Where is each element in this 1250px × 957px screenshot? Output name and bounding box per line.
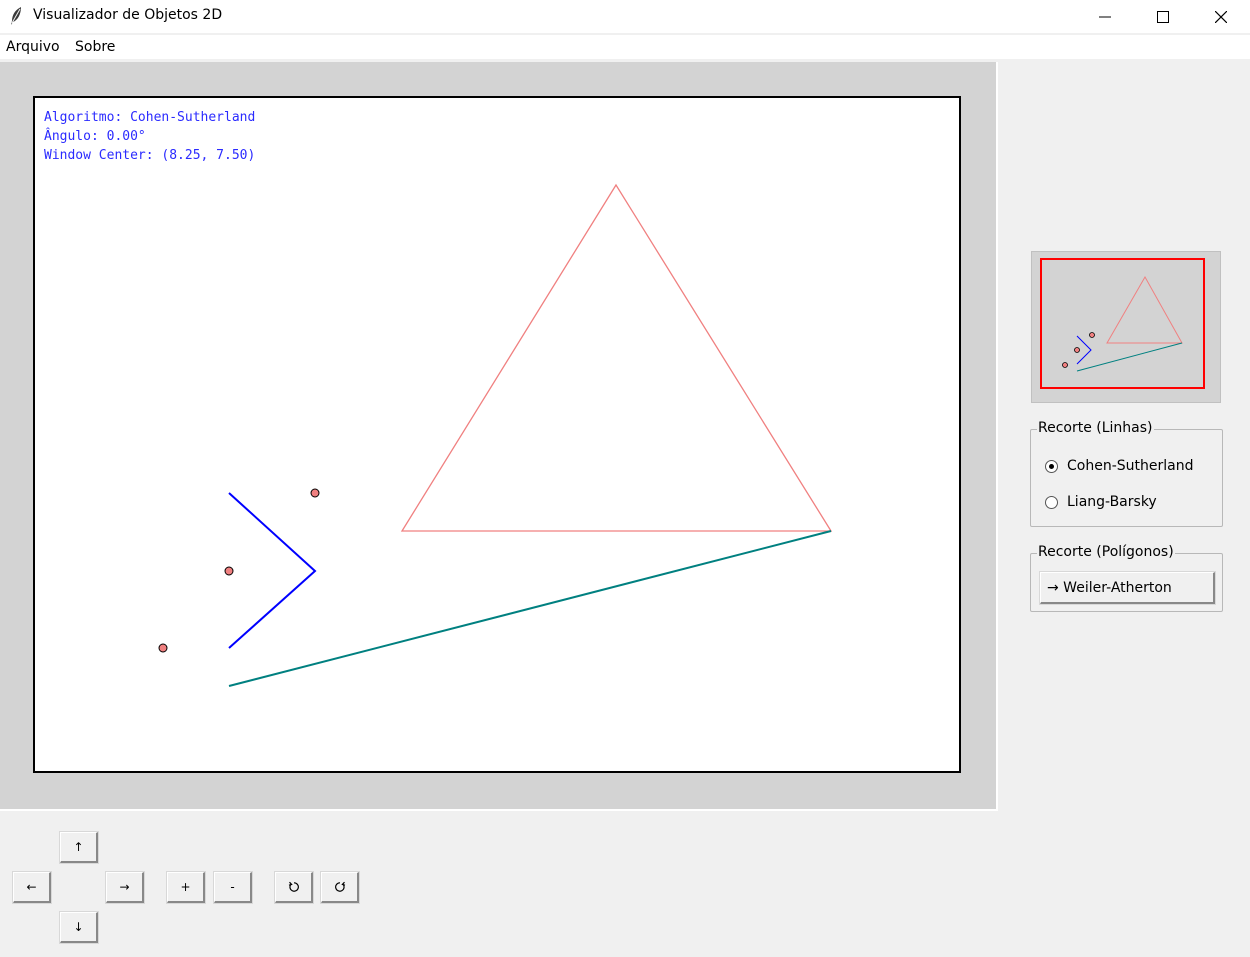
- point-1: [310, 488, 320, 498]
- blue-polyline: [228, 492, 317, 649]
- teal-line: [228, 530, 832, 687]
- radio-checked-icon: [1045, 459, 1058, 473]
- minimap-triangle: [1106, 275, 1183, 344]
- menu-arquivo[interactable]: Arquivo: [6, 39, 60, 55]
- close-icon: [1215, 10, 1227, 23]
- canvas-area: Algoritmo: Cohen-Sutherland Ângulo: 0.00…: [0, 62, 998, 811]
- pan-left-button[interactable]: ←: [13, 872, 51, 903]
- zoom-out-button[interactable]: -: [214, 872, 252, 903]
- rotate-left-button[interactable]: [275, 872, 313, 903]
- minimap-canvas: [1040, 258, 1205, 389]
- clipping-lines-group: Recorte (Linhas) Cohen-Sutherland Liang-…: [1030, 420, 1223, 527]
- radio-cohen-sutherland[interactable]: Cohen-Sutherland: [1045, 458, 1193, 474]
- minimize-button[interactable]: [1076, 0, 1134, 33]
- minimap-line: [1076, 342, 1183, 372]
- pan-down-button[interactable]: ↓: [60, 912, 98, 943]
- rotate-ccw-icon: [288, 881, 299, 892]
- radio-cohen-sutherland-label: Cohen-Sutherland: [1067, 458, 1194, 474]
- minimize-icon: [1099, 16, 1111, 17]
- radio-liang-barsky[interactable]: Liang-Barsky: [1045, 494, 1157, 510]
- minimap-point-2: [1074, 347, 1080, 353]
- viewport[interactable]: Algoritmo: Cohen-Sutherland Ângulo: 0.00…: [33, 96, 961, 773]
- minimap-window-frame: [1040, 258, 1205, 389]
- point-2: [224, 566, 234, 576]
- weiler-atherton-button[interactable]: → Weiler-Atherton: [1040, 572, 1215, 604]
- pan-right-button[interactable]: →: [106, 872, 144, 903]
- minimap-point-3: [1062, 362, 1068, 368]
- pan-up-button[interactable]: ↑: [60, 832, 98, 863]
- menu-sobre[interactable]: Sobre: [75, 39, 115, 55]
- minimap-point-1: [1089, 332, 1095, 338]
- window-title: Visualizador de Objetos 2D: [33, 7, 223, 23]
- radio-unchecked-icon: [1045, 495, 1058, 509]
- clipping-polygons-group: Recorte (Polígonos) → Weiler-Atherton: [1030, 544, 1223, 612]
- zoom-in-button[interactable]: +: [167, 872, 205, 903]
- rotate-right-button[interactable]: [321, 872, 359, 903]
- menu-bar: Arquivo Sobre: [0, 35, 1250, 59]
- maximize-button[interactable]: [1134, 0, 1192, 33]
- point-3: [158, 643, 168, 653]
- info-angle: Ângulo: 0.00°: [44, 129, 146, 144]
- maximize-icon: [1157, 10, 1169, 23]
- title-bar: Visualizador de Objetos 2D: [0, 0, 1250, 33]
- clipping-polygons-title: Recorte (Polígonos): [1037, 544, 1175, 560]
- info-algorithm: Algoritmo: Cohen-Sutherland: [44, 110, 256, 125]
- close-button[interactable]: [1192, 0, 1250, 33]
- radio-liang-barsky-label: Liang-Barsky: [1067, 494, 1157, 510]
- rotate-cw-icon: [334, 881, 345, 892]
- clipping-lines-title: Recorte (Linhas): [1037, 420, 1154, 436]
- feather-icon: [9, 6, 23, 26]
- scene-canvas: [158, 183, 833, 687]
- info-window-center: Window Center: (8.25, 7.50): [44, 148, 256, 163]
- triangle-shape: [400, 183, 833, 532]
- minimap: [1031, 251, 1221, 403]
